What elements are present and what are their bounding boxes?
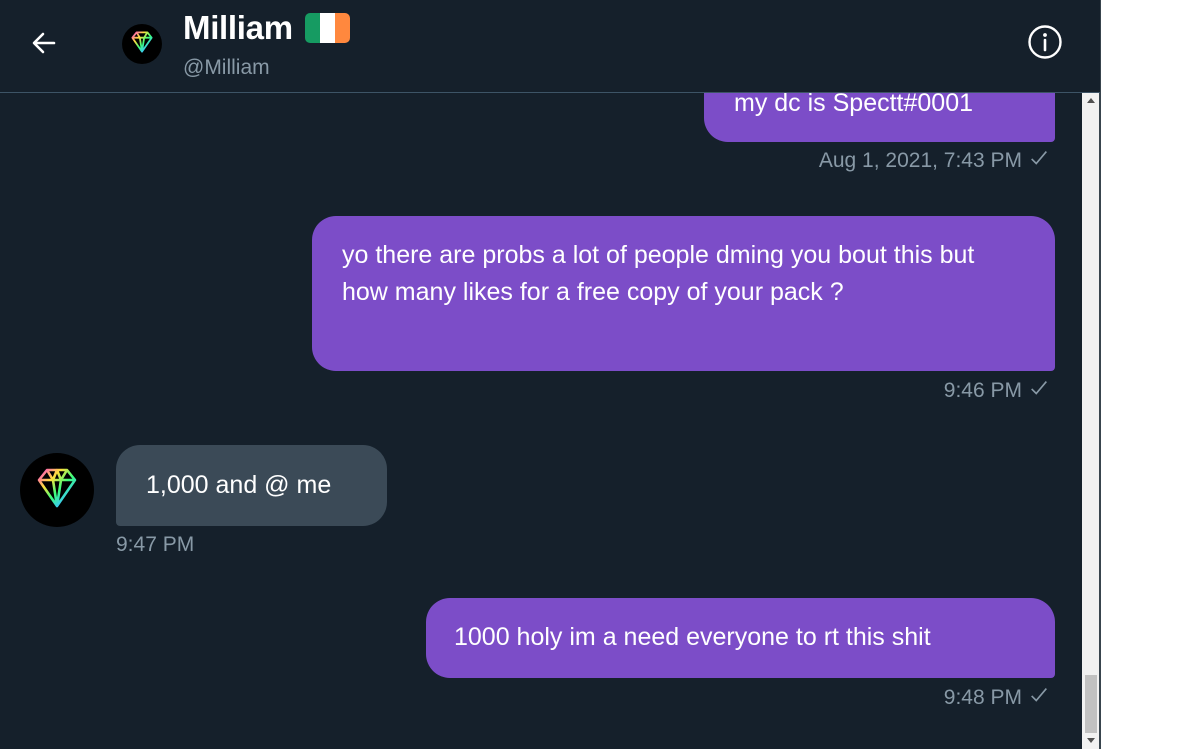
message-bubble-sent[interactable]: 1000 holy im a need everyone to rt this … [426, 598, 1055, 678]
message-timestamp: 9:48 PM [943, 686, 1022, 709]
scroll-up-arrow-icon[interactable] [1082, 92, 1100, 108]
message-list: my dc is Spectt#0001 Aug 1, 2021, 7:43 P… [0, 0, 1082, 749]
check-icon [1028, 147, 1050, 175]
message-timestamp: 9:47 PM [116, 533, 195, 556]
diamond-icon [29, 460, 85, 521]
check-icon [1028, 684, 1050, 712]
window-divider [1099, 0, 1101, 749]
message-meta: 9:48 PM [944, 684, 1050, 712]
contact-handle[interactable]: @Milliam [183, 56, 270, 80]
ireland-flag-icon [304, 13, 350, 43]
check-icon [1028, 377, 1050, 405]
info-icon [1027, 24, 1063, 65]
message-text: yo there are probs a lot of people dming… [342, 241, 975, 306]
page-title[interactable]: Milliam [183, 9, 350, 47]
diamond-icon [127, 27, 157, 62]
message-meta: Aug 1, 2021, 7:43 PM [819, 147, 1050, 175]
message-meta: 9:47 PM [116, 533, 194, 557]
message-text: my dc is Spectt#0001 [734, 89, 974, 117]
back-button[interactable] [24, 25, 64, 65]
message-bubble-received[interactable]: 1,000 and @ me [116, 445, 387, 526]
message-text: 1,000 and @ me [146, 471, 332, 499]
message-timestamp: 9:46 PM [943, 379, 1022, 402]
dm-conversation-window: my dc is Spectt#0001 Aug 1, 2021, 7:43 P… [0, 0, 1100, 749]
message-timestamp: Aug 1, 2021, 7:43 PM [818, 149, 1022, 172]
message-text: 1000 holy im a need everyone to rt this … [454, 623, 931, 651]
avatar[interactable] [122, 24, 162, 64]
info-button[interactable] [1026, 24, 1064, 65]
contact-name: Milliam [183, 9, 293, 46]
message-meta: 9:46 PM [944, 377, 1050, 405]
conversation-header: Milliam @Milliam [0, 0, 1100, 93]
message-bubble-sent[interactable]: yo there are probs a lot of people dming… [312, 216, 1055, 371]
arrow-left-icon [30, 29, 58, 62]
scrollbar-thumb[interactable] [1085, 675, 1097, 733]
scroll-down-arrow-icon[interactable] [1082, 733, 1100, 749]
scrollbar[interactable] [1082, 92, 1100, 749]
avatar[interactable] [20, 453, 94, 527]
